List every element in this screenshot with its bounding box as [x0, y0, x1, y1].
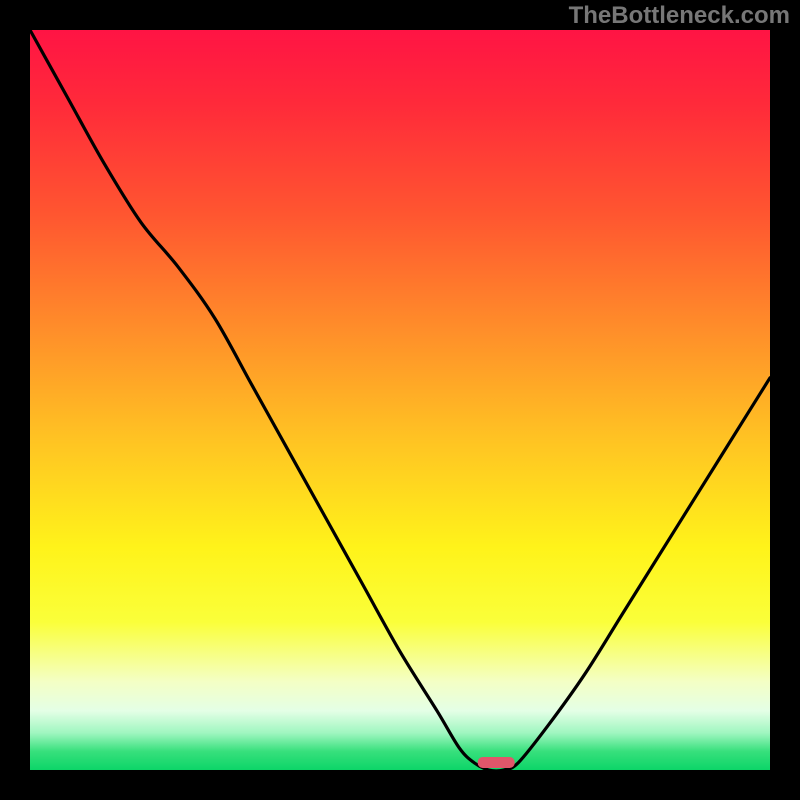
plot-area: [30, 30, 770, 770]
bottleneck-curve: [30, 30, 770, 770]
chart-svg: [30, 30, 770, 770]
watermark-text: TheBottleneck.com: [569, 2, 790, 30]
chart-frame: TheBottleneck.com: [0, 0, 800, 800]
optimal-marker: [478, 757, 515, 768]
